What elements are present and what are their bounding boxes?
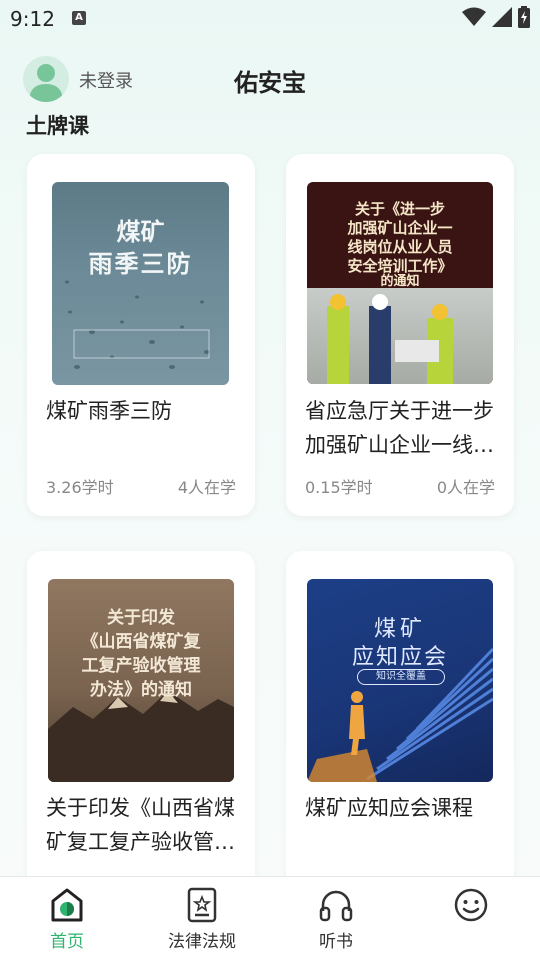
app-title: 佑安宝 xyxy=(234,69,306,97)
cover-line: 加强矿山企业一 xyxy=(347,219,453,237)
course-learners: 0人在学 xyxy=(436,478,495,497)
cover-line: 应知应会 xyxy=(351,645,448,670)
course-title: 省应急厅关于进一步加强矿山企业一线岗位从业人员安全培训工作的通知 xyxy=(305,399,494,457)
bottom-nav: 首页 法律法规 听书 xyxy=(0,876,540,961)
cover-line: 关于《进一步 xyxy=(354,200,445,218)
status-bar: 9:12 A xyxy=(0,0,540,38)
course-title: 煤矿应知应会课程 xyxy=(305,796,473,820)
nav-law[interactable]: 法律法规 xyxy=(152,887,252,952)
cover-photo xyxy=(307,288,493,384)
course-card[interactable]: 关于《进一步 加强矿山企业一 线岗位从业人员 安全培训工作》 的通知 省应急厅关… xyxy=(286,154,514,516)
status-icons xyxy=(462,6,530,28)
cover-line: 雨季三防 xyxy=(88,250,193,278)
nav-home[interactable]: 首页 xyxy=(17,887,117,952)
nav-law-label: 法律法规 xyxy=(168,932,236,952)
nav-audio[interactable]: 听书 xyxy=(286,887,386,952)
status-notification-icon: A xyxy=(72,11,86,25)
cover-line: 工复产验收管理 xyxy=(81,656,201,676)
workers-illustration xyxy=(327,294,453,384)
course-title: 煤矿雨季三防 xyxy=(46,399,172,423)
nav-profile[interactable] xyxy=(421,887,521,923)
course-card[interactable]: 煤矿 雨季三防 煤矿雨季三防 3.26学时 4人在学 xyxy=(27,154,255,516)
smiley-icon xyxy=(454,888,488,922)
course-title: 关于印发《山西省煤矿复工复产验收管理办法》的通知 xyxy=(46,796,235,854)
signal-icon xyxy=(492,7,512,27)
course-cover-image: 关于印发 《山西省煤矿复 工复产验收管理 办法》的通知 xyxy=(48,579,234,782)
course-hours: 0.15学时 xyxy=(305,478,373,497)
cover-line: 的通知 xyxy=(380,274,420,289)
section-title: 土牌课 xyxy=(26,114,89,138)
cover-line: 关于印发 xyxy=(107,608,175,628)
course-cover-image: 煤矿 雨季三防 xyxy=(52,182,229,385)
status-time: 9:12 xyxy=(10,7,55,31)
nav-audio-label: 听书 xyxy=(319,932,353,952)
home-icon xyxy=(51,888,83,922)
course-cover-image: 煤矿 应知应会 知识全覆盖 xyxy=(307,579,493,782)
cover-line: 线岗位从业人员 xyxy=(347,238,453,256)
course-learners: 4人在学 xyxy=(177,478,236,497)
battery-icon xyxy=(518,6,530,28)
course-hours: 3.26学时 xyxy=(46,478,114,497)
nav-home-label: 首页 xyxy=(50,932,84,952)
cover-line: 煤矿 xyxy=(116,218,165,246)
course-cover-image: 关于《进一步 加强矿山企业一 线岗位从业人员 安全培训工作》 的通知 xyxy=(307,182,493,384)
document-icon xyxy=(187,887,217,923)
course-card[interactable]: 关于印发 《山西省煤矿复 工复产验收管理 办法》的通知 关于印发《山西省煤矿复工… xyxy=(27,551,255,891)
cover-line: 办法》的通知 xyxy=(90,680,192,700)
headphones-icon xyxy=(319,890,353,922)
cover-badge: 知识全覆盖 xyxy=(357,669,445,685)
wifi-icon xyxy=(462,7,486,26)
cover-line: 《山西省煤矿复 xyxy=(81,632,201,652)
course-card[interactable]: 煤矿 应知应会 知识全覆盖 煤矿应知应会课程 xyxy=(286,551,514,891)
